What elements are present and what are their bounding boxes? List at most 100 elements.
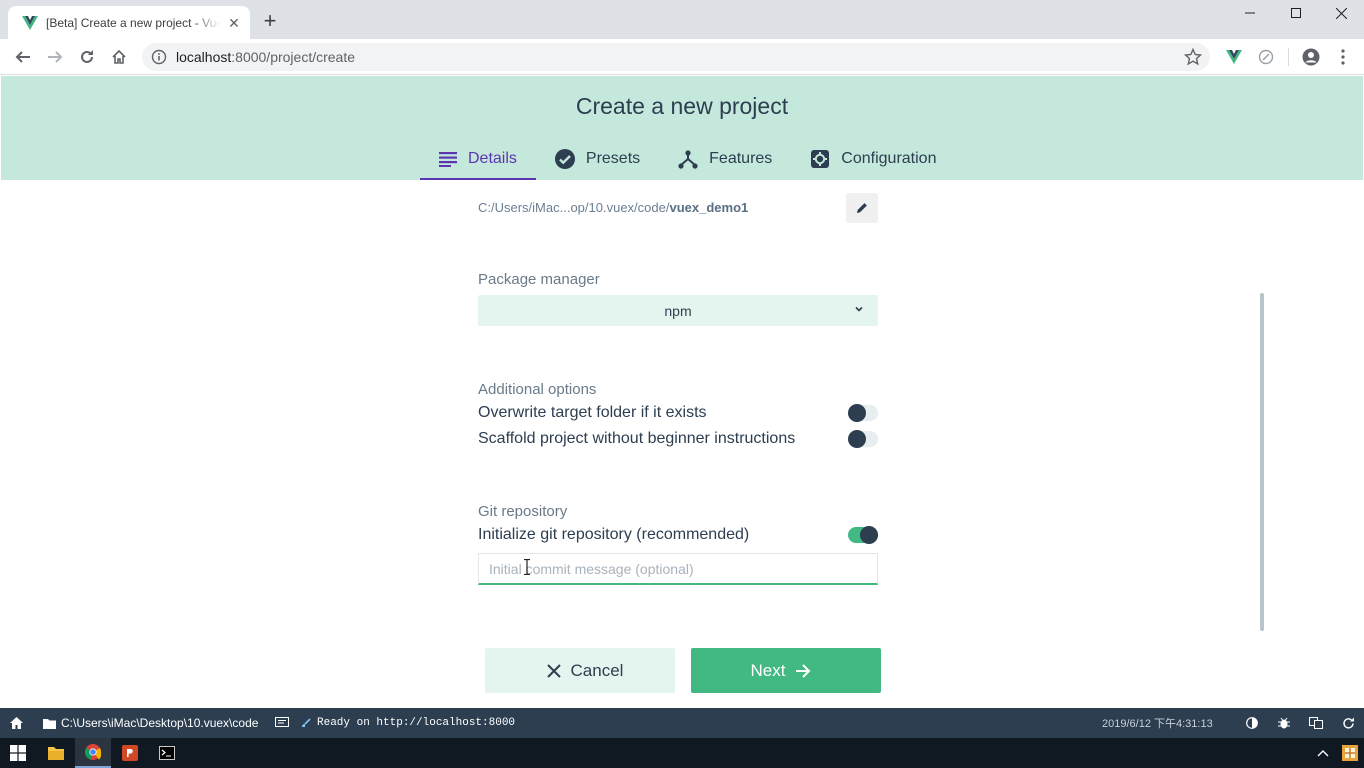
additional-options-label: Additional options xyxy=(478,381,597,398)
check-circle-icon xyxy=(554,149,575,169)
toggle-knob xyxy=(860,526,878,544)
report-bug-button[interactable] xyxy=(1278,708,1290,738)
minimize-button[interactable] xyxy=(1227,0,1273,26)
vue-devtools-extension[interactable] xyxy=(1222,45,1246,69)
new-tab-button[interactable]: + xyxy=(260,10,280,32)
address-bar[interactable]: localhost:8000/project/create xyxy=(142,43,1210,71)
home-icon xyxy=(112,49,126,64)
cancel-label: Cancel xyxy=(570,660,624,680)
kebab-menu-icon xyxy=(1341,49,1345,65)
url-host: localhost xyxy=(176,49,232,65)
taskbar-powerpoint[interactable] xyxy=(112,738,148,768)
package-manager-select[interactable]: npm xyxy=(478,295,878,326)
home-icon xyxy=(10,717,23,729)
git-init-toggle[interactable] xyxy=(848,526,878,544)
folder-icon xyxy=(43,718,56,729)
bookmark-star-icon[interactable] xyxy=(1184,48,1202,66)
pencil-icon xyxy=(857,203,867,213)
powerpoint-icon xyxy=(122,745,138,761)
toggle-knob xyxy=(848,430,866,448)
arrow-right-icon xyxy=(796,663,811,678)
tray-app-icon xyxy=(1342,745,1358,761)
status-datetime: 2019/6/12 下午4:31:13 xyxy=(1102,718,1213,730)
message-icon xyxy=(275,717,289,727)
status-bar: C:\Users\iMac\Desktop\10.vuex\code Ready… xyxy=(0,708,1364,738)
cwd-button[interactable]: C:\Users\iMac\Desktop\10.vuex\code xyxy=(43,708,258,738)
tab-presets[interactable]: Presets xyxy=(536,138,659,180)
close-window-button[interactable] xyxy=(1318,0,1364,26)
tab-close-icon[interactable]: ✕ xyxy=(226,15,242,31)
profile-button[interactable] xyxy=(1299,45,1323,69)
taskbar-chrome[interactable] xyxy=(75,738,111,768)
taskbar-terminal[interactable] xyxy=(149,738,185,768)
scrollbar[interactable] xyxy=(1260,293,1264,631)
translate-button[interactable] xyxy=(1309,708,1323,738)
tab-details-label: Details xyxy=(468,150,517,167)
vue-devtools-icon xyxy=(1226,50,1242,64)
list-icon xyxy=(439,152,457,167)
taskbar-file-explorer[interactable] xyxy=(38,738,74,768)
file-explorer-icon xyxy=(48,747,64,760)
projects-home-button[interactable] xyxy=(10,708,23,738)
back-button[interactable] xyxy=(11,45,35,69)
scaffold-toggle[interactable] xyxy=(848,430,878,448)
page-title: Create a new project xyxy=(575,93,789,119)
tab-details[interactable]: Details xyxy=(420,138,536,180)
git-repository-label: Git repository xyxy=(478,503,568,520)
home-button[interactable] xyxy=(107,45,131,69)
chrome-icon xyxy=(85,744,101,760)
reload-icon xyxy=(81,50,93,63)
browser-menu-button[interactable] xyxy=(1331,45,1355,69)
tray-overflow-button[interactable] xyxy=(1308,738,1338,768)
toggle-knob xyxy=(848,404,866,422)
vue-logo-icon xyxy=(22,15,38,30)
start-button[interactable] xyxy=(0,738,36,768)
package-manager-value: npm xyxy=(664,302,692,319)
status-log-text: Ready on http://localhost:8000 xyxy=(317,717,516,729)
windows-taskbar xyxy=(0,738,1364,768)
cwd-text: C:\Users\iMac\Desktop\10.vuex\code xyxy=(61,716,259,730)
edit-folder-button[interactable] xyxy=(846,193,878,223)
next-label: Next xyxy=(750,660,786,680)
extension-icon xyxy=(1258,49,1274,65)
close-icon xyxy=(546,663,561,678)
forward-button[interactable] xyxy=(43,45,67,69)
reload-button[interactable] xyxy=(75,45,99,69)
maximize-icon xyxy=(1291,8,1301,18)
chevron-up-icon xyxy=(1317,750,1329,757)
bug-icon xyxy=(1278,717,1290,729)
maximize-button[interactable] xyxy=(1273,0,1319,26)
browser-tab-strip: [Beta] Create a new project - Vue CLI ✕ … xyxy=(0,0,1364,39)
brush-icon xyxy=(302,718,311,727)
option-overwrite-label: Overwrite target folder if it exists xyxy=(478,404,707,421)
tray-app-button[interactable] xyxy=(1338,738,1362,768)
extension-button[interactable] xyxy=(1254,45,1278,69)
browser-tab-title: [Beta] Create a new project - Vue CLI xyxy=(46,15,220,30)
translate-icon xyxy=(1309,717,1323,729)
browser-toolbar: localhost:8000/project/create xyxy=(0,39,1364,75)
browser-tab[interactable]: [Beta] Create a new project - Vue CLI ✕ xyxy=(8,6,250,39)
arrow-right-icon xyxy=(48,51,63,63)
app-header: Create a new project Details Presets Fea… xyxy=(1,76,1363,180)
account-icon xyxy=(1302,48,1320,66)
close-icon xyxy=(1335,7,1347,19)
dark-mode-toggle[interactable] xyxy=(1246,708,1258,738)
details-panel: C:/Users/iMac...op/10.vuex/code/vuex_dem… xyxy=(1,180,1363,708)
console-log-button[interactable]: Ready on http://localhost:8000 xyxy=(275,708,515,738)
contrast-icon xyxy=(1246,717,1258,729)
tab-configuration[interactable]: Configuration xyxy=(791,138,955,180)
option-scaffold-label: Scaffold project without beginner instru… xyxy=(478,430,796,447)
commit-message-input[interactable] xyxy=(478,553,878,585)
step-tabs: Details Presets Features Configuration xyxy=(420,138,955,180)
cancel-button[interactable]: Cancel xyxy=(485,648,675,693)
refresh-icon xyxy=(1343,717,1354,729)
git-init-label: Initialize git repository (recommended) xyxy=(478,526,750,543)
tab-features-label: Features xyxy=(709,150,773,167)
next-button[interactable]: Next xyxy=(691,648,881,693)
refresh-button[interactable] xyxy=(1342,708,1355,738)
toolbar-divider xyxy=(1288,48,1289,66)
option-git-init: Initialize git repository (recommended) xyxy=(478,524,878,546)
overwrite-toggle[interactable] xyxy=(848,404,878,422)
tab-features[interactable]: Features xyxy=(659,138,791,180)
tab-configuration-label: Configuration xyxy=(841,150,937,167)
